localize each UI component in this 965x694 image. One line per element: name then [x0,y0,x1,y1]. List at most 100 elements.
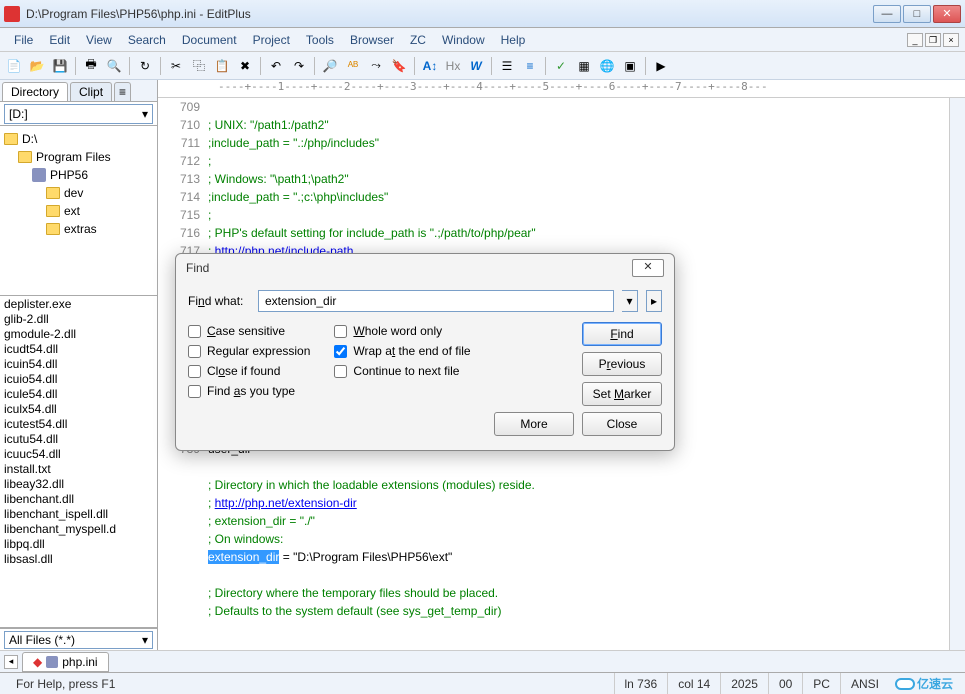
outdent-icon[interactable]: ≡ [520,56,540,76]
file-list[interactable]: deplister.exeglib-2.dllgmodule-2.dllicud… [0,296,157,628]
menu-zc[interactable]: ZC [402,28,434,51]
minimize-button[interactable]: — [873,5,901,23]
tab-functions-icon[interactable]: ≡ [114,82,131,101]
menu-view[interactable]: View [78,28,120,51]
file-list-item[interactable]: gmodule-2.dll [0,326,157,341]
modified-marker: ◆ [33,655,42,669]
indent-icon[interactable]: ☰ [497,56,517,76]
chk-close-if-found[interactable]: Close if found [188,364,310,378]
file-list-item[interactable]: deplister.exe [0,296,157,311]
file-list-item[interactable]: libpq.dll [0,536,157,551]
file-list-item[interactable]: libeay32.dll [0,476,157,491]
tab-cliptext[interactable]: Clipt [70,82,112,101]
drive-value: [D:] [9,107,28,121]
chk-case-sensitive[interactable]: Case sensitive [188,324,310,338]
menu-project[interactable]: Project [245,28,298,51]
tree-folder-label: extras [64,222,97,236]
file-list-item[interactable]: libenchant_myspell.d [0,521,157,536]
php-folder-icon [32,168,46,182]
spellcheck-icon[interactable]: ✓ [551,56,571,76]
replace-icon[interactable]: ᴬᴮ [343,56,363,76]
mdi-restore-button[interactable]: ❐ [925,33,941,47]
close-button[interactable]: Close [582,412,662,436]
save-icon[interactable]: 💾 [50,56,70,76]
drive-combo[interactable]: [D:] ▾ [4,104,153,124]
maximize-button[interactable]: □ [903,5,931,23]
tree-folder[interactable]: extras [0,220,157,238]
file-list-item[interactable]: libsasl.dll [0,551,157,566]
more-button[interactable]: More [494,412,574,436]
tree-folder[interactable]: PHP56 [0,166,157,184]
menu-help[interactable]: Help [493,28,534,51]
font-icon[interactable]: A↕ [420,56,440,76]
find-button[interactable]: Find [582,322,662,346]
wordwrap-icon[interactable]: W [466,56,486,76]
chk-find-as-you-type[interactable]: Find as you type [188,384,310,398]
file-list-item[interactable]: icuin54.dll [0,356,157,371]
file-list-item[interactable]: icule54.dll [0,386,157,401]
menu-document[interactable]: Document [174,28,245,51]
file-list-item[interactable]: iculx54.dll [0,401,157,416]
file-list-item[interactable]: icuuc54.dll [0,446,157,461]
goto-icon[interactable]: ⤳ [366,56,386,76]
tab-directory[interactable]: Directory [2,82,68,101]
file-list-item[interactable]: glib-2.dll [0,311,157,326]
tree-folder[interactable]: ext [0,202,157,220]
find-dialog-close-button[interactable]: ✕ [632,259,664,277]
doc-tab-phpini[interactable]: ◆ php.ini [22,652,109,672]
folder-icon [4,133,18,145]
tree-folder[interactable]: D:\ [0,130,157,148]
hex-icon[interactable]: Hx [443,56,463,76]
find-dialog-title: Find [186,261,209,275]
bookmark-icon[interactable]: 🔖 [389,56,409,76]
browser-preview-icon[interactable]: 🌐 [597,56,617,76]
file-list-item[interactable]: libenchant.dll [0,491,157,506]
previous-button[interactable]: Previous [582,352,662,376]
refresh-icon[interactable]: ↻ [135,56,155,76]
new-file-icon[interactable]: 📄 [4,56,24,76]
tree-folder[interactable]: dev [0,184,157,202]
mdi-close-button[interactable]: × [943,33,959,47]
print-preview-icon[interactable]: 🔍 [104,56,124,76]
copy-icon[interactable]: ⿻ [189,56,209,76]
redo-icon[interactable]: ↷ [289,56,309,76]
delete-icon[interactable]: ✖ [235,56,255,76]
run-icon[interactable]: ▶ [651,56,671,76]
close-button[interactable]: ✕ [933,5,961,23]
terminal-icon[interactable]: ▣ [620,56,640,76]
set-marker-button[interactable]: Set Marker [582,382,662,406]
find-regex-helper-button[interactable]: ▸ [646,290,662,312]
file-list-item[interactable]: icutest54.dll [0,416,157,431]
side-panel: Directory Clipt ≡ [D:] ▾ D:\Program File… [0,80,158,650]
file-list-item[interactable]: install.txt [0,461,157,476]
chk-whole-word[interactable]: Whole word only [334,324,470,338]
file-list-item[interactable]: icutu54.dll [0,431,157,446]
menu-file[interactable]: File [6,28,41,51]
file-list-item[interactable]: icuio54.dll [0,371,157,386]
chk-regular-expression[interactable]: Regular expression [188,344,310,358]
print-icon[interactable]: 🖶 [81,56,101,76]
file-list-item[interactable]: icudt54.dll [0,341,157,356]
tree-folder[interactable]: Program Files [0,148,157,166]
find-history-dropdown[interactable]: ▾ [622,290,638,312]
menu-tools[interactable]: Tools [298,28,342,51]
tab-scroll-left-icon[interactable]: ◂ [4,655,18,669]
menu-window[interactable]: Window [434,28,493,51]
file-list-item[interactable]: libenchant_ispell.dll [0,506,157,521]
open-file-icon[interactable]: 📂 [27,56,47,76]
chk-wrap[interactable]: Wrap at the end of file [334,344,470,358]
vertical-scrollbar[interactable] [949,98,965,650]
cut-icon[interactable]: ✂ [166,56,186,76]
find-what-input[interactable] [258,290,614,312]
menu-edit[interactable]: Edit [41,28,78,51]
undo-icon[interactable]: ↶ [266,56,286,76]
mdi-minimize-button[interactable]: _ [907,33,923,47]
menu-browser[interactable]: Browser [342,28,402,51]
chk-continue-next-file[interactable]: Continue to next file [334,364,470,378]
column-icon[interactable]: ▦ [574,56,594,76]
paste-icon[interactable]: 📋 [212,56,232,76]
search-icon[interactable]: 🔎 [320,56,340,76]
menu-search[interactable]: Search [120,28,174,51]
folder-tree[interactable]: D:\Program FilesPHP56devext extras [0,126,157,296]
file-filter-combo[interactable]: All Files (*.*) ▾ [4,631,153,649]
